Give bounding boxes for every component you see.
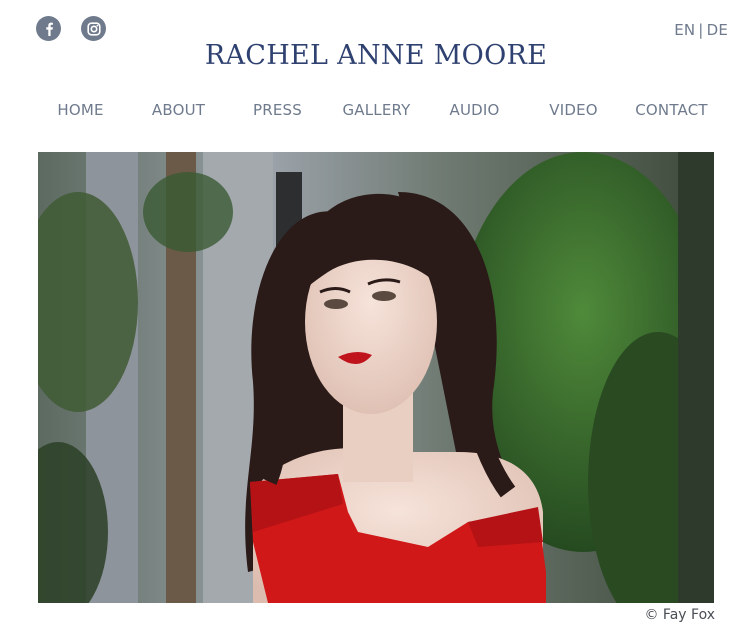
nav-press[interactable]: PRESS — [228, 101, 327, 119]
language-switcher: EN | DE — [674, 21, 728, 39]
lang-de-link[interactable]: DE — [707, 21, 728, 39]
nav-video[interactable]: VIDEO — [524, 101, 623, 119]
instagram-link[interactable] — [81, 16, 106, 41]
photo-credit: © Fay Fox — [644, 607, 715, 623]
hero-photo — [38, 152, 714, 603]
instagram-icon — [86, 21, 101, 36]
nav-home[interactable]: HOME — [31, 101, 130, 119]
facebook-link[interactable] — [36, 16, 61, 41]
facebook-icon — [43, 22, 55, 36]
nav-audio[interactable]: AUDIO — [425, 101, 524, 119]
site-title[interactable]: RACHEL ANNE MOORE — [0, 40, 752, 71]
main-nav: HOME ABOUT PRESS GALLERY AUDIO VIDEO CON… — [31, 101, 721, 119]
lang-en-link[interactable]: EN — [674, 21, 695, 39]
page: EN | DE RACHEL ANNE MOORE HOME ABOUT PRESS… — [0, 0, 752, 628]
nav-gallery[interactable]: GALLERY — [327, 101, 426, 119]
lang-separator: | — [698, 21, 704, 39]
social-links — [36, 16, 106, 41]
nav-about[interactable]: ABOUT — [129, 101, 228, 119]
nav-contact[interactable]: CONTACT — [622, 101, 721, 119]
